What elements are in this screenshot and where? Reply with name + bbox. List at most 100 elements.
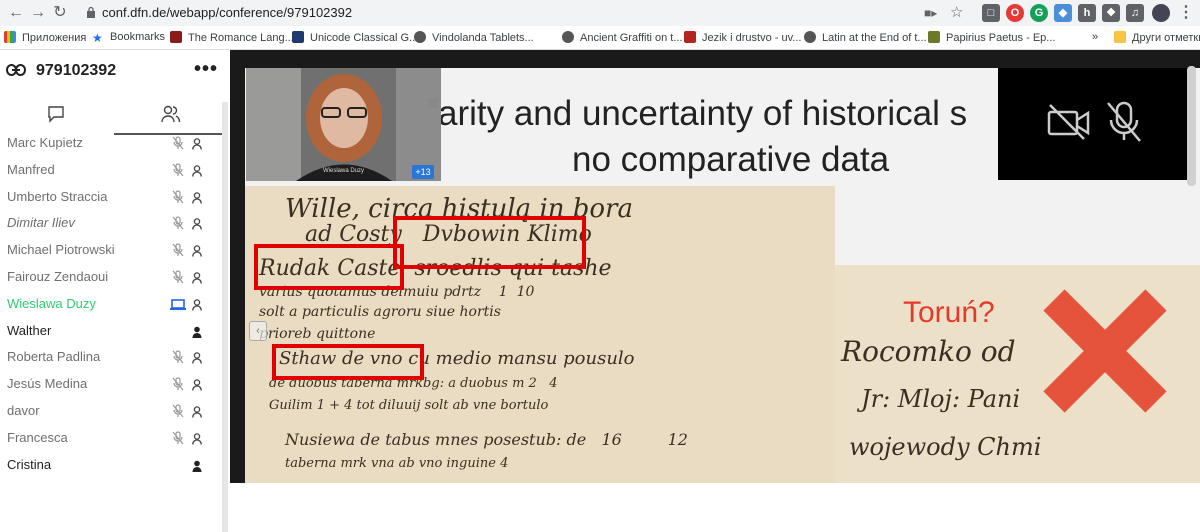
reload-icon[interactable]: ↻ <box>50 3 70 23</box>
chat-extension-icon[interactable]: □ <box>982 4 1000 22</box>
tab-chat[interactable] <box>0 95 114 135</box>
participant-name: Cristina <box>7 456 52 472</box>
participant-row[interactable]: Roberta Padlina <box>0 344 220 371</box>
puzzle-extension-icon[interactable]: ❖ <box>1102 4 1120 22</box>
moderator-indicator <box>192 459 202 477</box>
highlight-box-dubowin <box>393 216 586 269</box>
participant-row[interactable]: Wieslawa Duzy <box>0 291 220 318</box>
participant-name: Manfred <box>7 161 55 177</box>
chat-icon <box>48 106 64 123</box>
menu-icon[interactable]: ⋮ <box>1176 3 1196 23</box>
speaker-video-thumbnail[interactable]: Wieslawa Duzy <box>246 68 441 181</box>
slide-title-line1: arity and uncertainty of historical s <box>438 94 968 133</box>
participant-row[interactable]: Cristina <box>0 452 220 479</box>
participant-row[interactable]: Fairouz Zendaoui <box>0 264 220 291</box>
mic-off-indicator <box>172 243 184 262</box>
opera-extension-icon[interactable]: O <box>1006 4 1024 22</box>
person-icon <box>192 138 202 150</box>
url-text: conf.dfn.de/webapp/conference/979102392 <box>102 5 353 20</box>
laptop-icon <box>170 298 186 310</box>
more-options-icon[interactable]: ••• <box>194 58 218 81</box>
bookmark-jezik[interactable]: Jezik i drustvo - uv... <box>684 31 801 44</box>
conference-header: 979102392 ••• <box>0 50 228 95</box>
participant-row[interactable]: Umberto Straccia <box>0 184 220 211</box>
pin-icon[interactable] <box>428 98 438 108</box>
participant-name: Walther <box>7 322 52 338</box>
participant-name: davor <box>7 402 40 418</box>
person-icon <box>192 352 202 364</box>
mic-off-icon <box>172 350 184 364</box>
participant-row[interactable]: Francesca <box>0 425 220 452</box>
participant-name: Jesús Medina <box>7 376 88 392</box>
bookmark-other[interactable]: Други отметки <box>1114 31 1200 44</box>
mic-off-indicator <box>172 270 184 289</box>
participant-indicator <box>192 351 202 369</box>
participant-name: Marc Kupietz <box>7 135 83 150</box>
bookmark-vindolanda[interactable]: Vindolanda Tablets... <box>414 31 534 44</box>
participant-row[interactable]: davor <box>0 398 220 425</box>
moderator-icon <box>192 326 202 338</box>
participant-indicator <box>192 405 202 423</box>
globe-icon <box>562 31 574 43</box>
collapse-sidebar-button[interactable]: ‹ <box>249 321 267 341</box>
participant-row[interactable]: Walther <box>0 318 220 345</box>
sidebar-scrollbar[interactable] <box>222 102 228 532</box>
music-extension-icon[interactable]: ♫ <box>1126 4 1144 22</box>
bookmark-bookmarks[interactable]: ★ Bookmarks <box>92 31 165 44</box>
site-icon <box>292 31 304 43</box>
participant-indicator <box>192 298 202 316</box>
participant-name: Umberto Straccia <box>7 188 108 204</box>
bookmark-apps[interactable]: Приложения <box>4 31 86 44</box>
h-extension-icon[interactable]: h <box>1078 4 1096 22</box>
back-icon[interactable]: ← <box>6 3 26 23</box>
participant-indicator <box>192 271 202 289</box>
bookmark-papirius[interactable]: Papirius Paetus - Ep... <box>928 31 1055 44</box>
participants-icon <box>161 105 181 123</box>
extra-participants-badge[interactable]: +13 <box>412 165 434 179</box>
bookmark-ancient-graffiti[interactable]: Ancient Graffiti on t... <box>562 31 683 44</box>
participant-row[interactable]: Marc Kupietz <box>0 130 220 157</box>
globe-icon <box>414 31 426 43</box>
moderator-indicator <box>192 325 202 343</box>
mic-off-indicator <box>172 377 184 396</box>
camera-off-icon <box>1047 104 1090 140</box>
tab-participants[interactable] <box>114 95 228 135</box>
highlight-box-sthaw <box>272 344 424 380</box>
participant-row[interactable]: Michael Piotrowski <box>0 237 220 264</box>
participant-row[interactable]: Dimitar Iliev <box>0 210 220 237</box>
mic-off-indicator <box>172 404 184 423</box>
bookmark-latin[interactable]: Latin at the End of t... <box>804 31 927 44</box>
bookmark-romance-lang[interactable]: The Romance Lang... <box>170 31 294 44</box>
person-icon <box>192 433 202 445</box>
diamond-extension-icon[interactable]: ◆ <box>1054 4 1072 22</box>
camera-icon[interactable]: ■▸ <box>924 6 937 20</box>
grammarly-extension-icon[interactable]: G <box>1030 4 1048 22</box>
speaker-video-frame <box>246 68 441 181</box>
slide-title-line2: no comparative data <box>572 140 890 179</box>
star-icon: ★ <box>92 31 103 45</box>
muted-participant-tile[interactable] <box>998 68 1194 180</box>
mic-off-indicator <box>172 431 184 450</box>
forward-icon[interactable]: → <box>28 3 48 23</box>
mic-off-icon <box>172 189 184 203</box>
link-icon[interactable] <box>6 64 26 76</box>
participants-sidebar: 979102392 ••• Marc Kupietz Manfred Umberto… <box>0 50 228 532</box>
bookmark-unicode[interactable]: Unicode Classical G... <box>292 31 418 44</box>
folder-icon <box>1114 31 1126 43</box>
participant-row[interactable]: Jesús Medina <box>0 371 220 398</box>
stage-scrollbar[interactable] <box>1187 66 1196 186</box>
avatar[interactable] <box>1152 4 1170 22</box>
star-icon[interactable]: ☆ <box>950 3 963 21</box>
participant-row[interactable]: Manfred <box>0 157 220 184</box>
participant-name: Dimitar Iliev <box>7 215 75 231</box>
person-icon <box>192 379 202 391</box>
bookmarks-overflow[interactable]: » <box>1092 31 1098 43</box>
red-x-icon <box>1043 289 1167 413</box>
participant-name: Fairouz Zendaoui <box>7 268 109 284</box>
participant-indicator <box>192 378 202 396</box>
mic-off-icon <box>172 216 184 230</box>
mic-off-icon <box>172 243 184 257</box>
address-bar[interactable]: conf.dfn.de/webapp/conference/979102392 … <box>76 2 974 24</box>
lock-icon <box>87 6 95 18</box>
participant-indicator <box>192 191 202 209</box>
